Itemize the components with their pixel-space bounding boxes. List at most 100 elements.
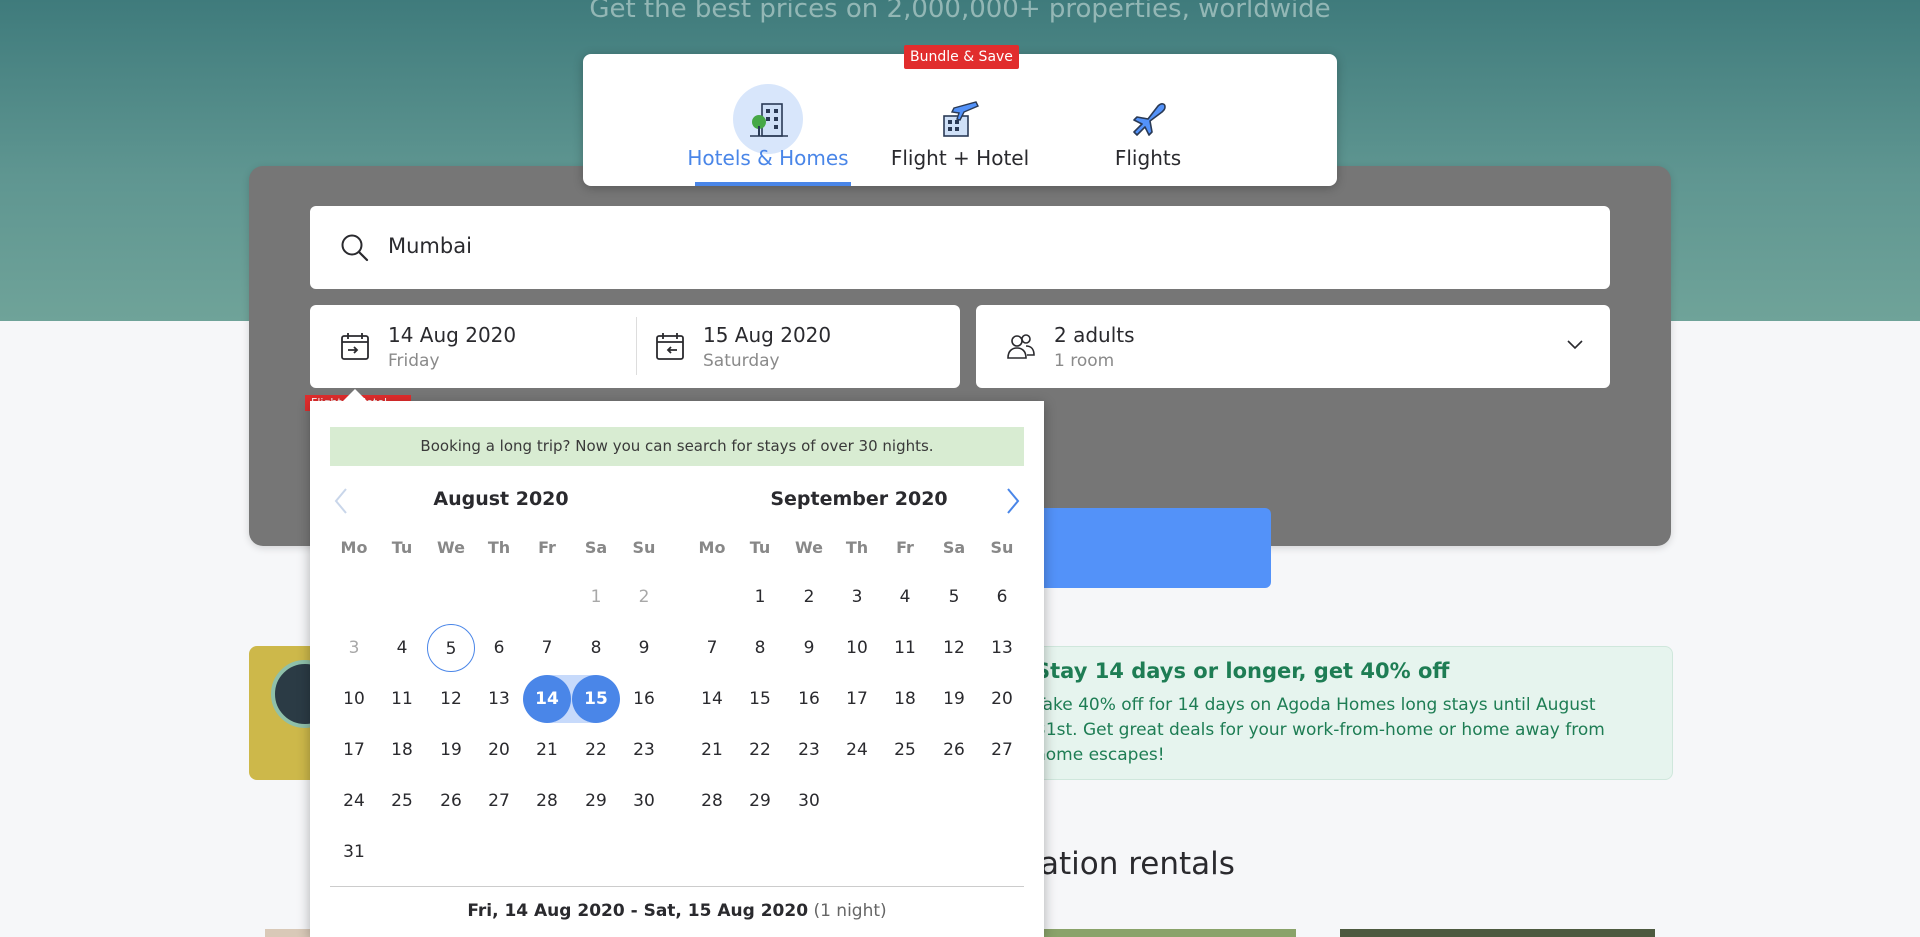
hero-tagline: Get the best prices on 2,000,000+ proper… bbox=[589, 0, 1331, 24]
checkin-date: 14 Aug 2020 bbox=[388, 323, 517, 347]
tab-hotels-homes[interactable]: Hotels & Homes bbox=[683, 54, 853, 186]
bundle-save-badge: Bundle & Save bbox=[904, 45, 1019, 69]
weekday-header: Th bbox=[487, 538, 511, 557]
search-button[interactable] bbox=[1022, 508, 1271, 588]
building-icon bbox=[733, 84, 803, 154]
active-tab-indicator bbox=[695, 182, 851, 186]
checkin-calendar-icon bbox=[341, 333, 369, 360]
calendar-day[interactable]: 4 bbox=[881, 573, 929, 621]
checkout-weekday: Saturday bbox=[703, 351, 780, 371]
month-title: September 2020 bbox=[770, 488, 948, 510]
calendar-day[interactable]: 24 bbox=[833, 726, 881, 774]
month-august: August 2020 Mo Tu We Th Fr Sa Su 1 2 3 4 5 6 7 8 9 10 11 1… bbox=[330, 401, 672, 862]
airplane-icon bbox=[1113, 84, 1183, 154]
weekday-header: Tu bbox=[749, 538, 771, 557]
section-heading: ation rentals bbox=[1040, 846, 1235, 882]
weekday-header: We bbox=[795, 538, 823, 557]
calendar-day[interactable]: 2 bbox=[785, 573, 833, 621]
tab-flights[interactable]: Flights bbox=[1063, 54, 1233, 186]
calendar-day[interactable]: 31 bbox=[330, 828, 378, 876]
calendar-day[interactable]: 20 bbox=[978, 675, 1026, 723]
calendar-day[interactable]: 30 bbox=[785, 777, 833, 825]
calendar-day[interactable]: 3 bbox=[833, 573, 881, 621]
weekday-header: Su bbox=[990, 538, 1014, 557]
calendar-day[interactable]: 16 bbox=[785, 675, 833, 723]
calendar-day[interactable]: 7 bbox=[523, 624, 571, 672]
calendar-day[interactable]: 10 bbox=[330, 675, 378, 723]
calendar-day[interactable]: 6 bbox=[475, 624, 523, 672]
occupancy-field[interactable]: 2 adults 1 room bbox=[976, 305, 1610, 388]
calendar-day[interactable]: 18 bbox=[881, 675, 929, 723]
calendar-day[interactable]: 19 bbox=[930, 675, 978, 723]
calendar-day[interactable]: 19 bbox=[427, 726, 475, 774]
calendar-day[interactable]: 23 bbox=[620, 726, 668, 774]
calendar-day[interactable]: 26 bbox=[427, 777, 475, 825]
calendar-day[interactable]: 20 bbox=[475, 726, 523, 774]
calendar-day[interactable]: 5 bbox=[930, 573, 978, 621]
calendar-day[interactable]: 5 bbox=[427, 624, 475, 672]
calendar-day[interactable]: 13 bbox=[475, 675, 523, 723]
calendar-day[interactable]: 17 bbox=[833, 675, 881, 723]
calendar-day[interactable]: 14 bbox=[688, 675, 736, 723]
weekday-header: Su bbox=[632, 538, 656, 557]
weekday-header: Tu bbox=[391, 538, 413, 557]
calendar-day[interactable]: 12 bbox=[427, 675, 475, 723]
calendar-day[interactable]: 29 bbox=[572, 777, 620, 825]
calendar-day[interactable]: 6 bbox=[978, 573, 1026, 621]
calendar-day[interactable]: 23 bbox=[785, 726, 833, 774]
calendar-day[interactable]: 22 bbox=[736, 726, 784, 774]
calendar-day[interactable]: 8 bbox=[736, 624, 784, 672]
guests-icon bbox=[1007, 334, 1035, 359]
calendar-day[interactable]: 28 bbox=[523, 777, 571, 825]
calendar-day[interactable]: 28 bbox=[688, 777, 736, 825]
calendar-day[interactable]: 21 bbox=[688, 726, 736, 774]
tab-label: Flights bbox=[1114, 146, 1182, 170]
long-stay-promo[interactable]: Stay 14 days or longer, get 40% off Take… bbox=[990, 646, 1673, 780]
search-icon bbox=[341, 234, 369, 262]
calendar-day[interactable]: 1 bbox=[736, 573, 784, 621]
calendar-day[interactable]: 12 bbox=[930, 624, 978, 672]
calendar-day[interactable]: 15 bbox=[572, 675, 620, 723]
selected-range-summary: Fri, 14 Aug 2020 - Sat, 15 Aug 2020 (1 n… bbox=[310, 901, 1044, 921]
calendar-day[interactable]: 29 bbox=[736, 777, 784, 825]
calendar-day[interactable]: 18 bbox=[378, 726, 426, 774]
calendar-day[interactable]: 11 bbox=[378, 675, 426, 723]
calendar-day[interactable]: 14 bbox=[523, 675, 571, 723]
tab-flight-hotel[interactable]: Flight + Hotel bbox=[875, 54, 1045, 186]
calendar-day: 1 bbox=[590, 587, 602, 607]
calendar-day[interactable]: 10 bbox=[833, 624, 881, 672]
calendar-day[interactable]: 22 bbox=[572, 726, 620, 774]
weekday-header: Fr bbox=[538, 538, 556, 557]
calendar-day[interactable]: 7 bbox=[688, 624, 736, 672]
calendar-day[interactable]: 13 bbox=[978, 624, 1026, 672]
weekday-header: Sa bbox=[942, 538, 966, 557]
calendar-day[interactable]: 9 bbox=[620, 624, 668, 672]
weekday-header: Sa bbox=[584, 538, 608, 557]
calendar-day[interactable]: 8 bbox=[572, 624, 620, 672]
calendar-day[interactable]: 27 bbox=[978, 726, 1026, 774]
property-thumbnail[interactable] bbox=[1044, 929, 1296, 937]
guests-count: 2 adults bbox=[1054, 323, 1135, 347]
weekday-header: Fr bbox=[896, 538, 914, 557]
calendar-day[interactable]: 11 bbox=[881, 624, 929, 672]
calendar-day[interactable]: 30 bbox=[620, 777, 668, 825]
calendar-day[interactable]: 17 bbox=[330, 726, 378, 774]
checkout-field[interactable]: 15 Aug 2020 Saturday bbox=[637, 305, 960, 388]
calendar-day[interactable]: 15 bbox=[736, 675, 784, 723]
calendar-day[interactable]: 4 bbox=[378, 624, 426, 672]
month-title: August 2020 bbox=[433, 488, 569, 510]
calendar-day[interactable]: 25 bbox=[881, 726, 929, 774]
calendar-day[interactable]: 16 bbox=[620, 675, 668, 723]
calendar-day[interactable]: 24 bbox=[330, 777, 378, 825]
calendar-day[interactable]: 27 bbox=[475, 777, 523, 825]
tab-label: Flight + Hotel bbox=[890, 146, 1030, 170]
calendar-day[interactable]: 9 bbox=[785, 624, 833, 672]
property-thumbnail[interactable] bbox=[1340, 929, 1655, 937]
calendar-day[interactable]: 26 bbox=[930, 726, 978, 774]
calendar-day[interactable]: 25 bbox=[378, 777, 426, 825]
calendar-divider bbox=[330, 886, 1024, 887]
chevron-down-icon bbox=[1567, 340, 1583, 350]
calendar-day[interactable]: 21 bbox=[523, 726, 571, 774]
destination-field[interactable]: Mumbai bbox=[310, 206, 1610, 289]
checkin-field[interactable]: 14 Aug 2020 Friday bbox=[310, 305, 636, 388]
